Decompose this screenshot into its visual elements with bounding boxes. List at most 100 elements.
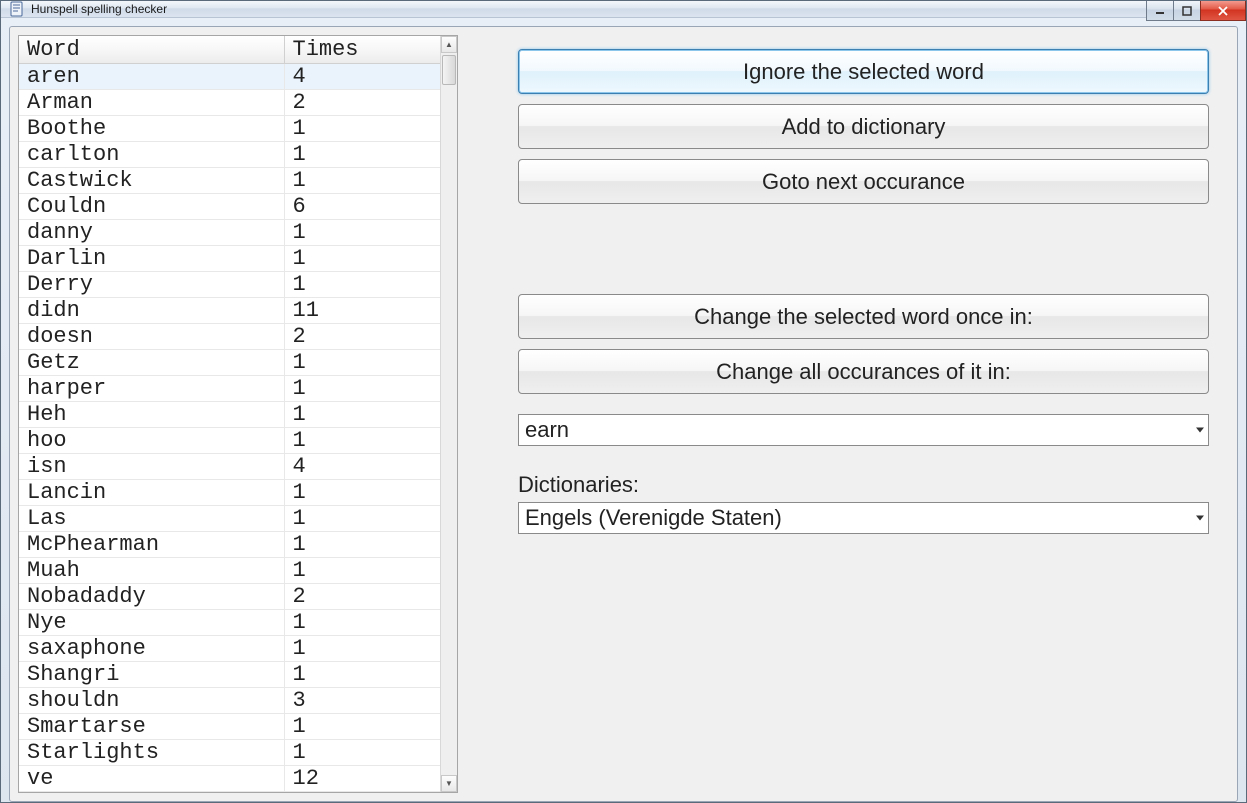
cell-word: doesn [19,324,284,350]
table-row[interactable]: Heh1 [19,402,440,428]
cell-times: 1 [284,220,440,246]
app-window: Hunspell spelling checker Word [0,0,1247,803]
cell-times: 2 [284,584,440,610]
goto-next-button[interactable]: Goto next occurance [518,159,1209,204]
cell-times: 11 [284,298,440,324]
change-once-button[interactable]: Change the selected word once in: [518,294,1209,339]
table-row[interactable]: Derry1 [19,272,440,298]
cell-word: Castwick [19,168,284,194]
cell-times: 4 [284,64,440,90]
cell-word: shouldn [19,688,284,714]
cell-word: Couldn [19,194,284,220]
word-table-scroll[interactable]: Word Times aren4Arman2Boothe1carlton1Cas… [19,36,440,792]
word-table[interactable]: Word Times aren4Arman2Boothe1carlton1Cas… [19,36,440,792]
cell-times: 1 [284,376,440,402]
cell-word: Nye [19,610,284,636]
dictionaries-combo[interactable]: Engels (Verenigde Staten) [518,502,1209,534]
cell-word: ve [19,766,284,792]
close-icon [1218,6,1228,16]
cell-times: 1 [284,610,440,636]
cell-word: Starlights [19,740,284,766]
minimize-icon [1155,6,1165,16]
vertical-scrollbar[interactable]: ▲ ▼ [440,36,457,792]
titlebar[interactable]: Hunspell spelling checker [1,1,1246,18]
change-all-button[interactable]: Change all occurances of it in: [518,349,1209,394]
word-table-container: Word Times aren4Arman2Boothe1carlton1Cas… [18,35,458,793]
chevron-down-icon [1196,428,1204,433]
cell-times: 1 [284,402,440,428]
suggestion-combo[interactable]: earn [518,414,1209,446]
cell-times: 1 [284,662,440,688]
table-row[interactable]: harper1 [19,376,440,402]
table-row[interactable]: Arman2 [19,90,440,116]
cell-times: 1 [284,428,440,454]
word-list-panel: Word Times aren4Arman2Boothe1carlton1Cas… [18,35,458,793]
table-row[interactable]: danny1 [19,220,440,246]
table-row[interactable]: carlton1 [19,142,440,168]
table-row[interactable]: didn11 [19,298,440,324]
cell-times: 2 [284,324,440,350]
scroll-track[interactable] [441,53,457,775]
add-to-dictionary-button[interactable]: Add to dictionary [518,104,1209,149]
cell-times: 1 [284,714,440,740]
dictionaries-label: Dictionaries: [518,472,1209,498]
table-row[interactable]: saxaphone1 [19,636,440,662]
table-row[interactable]: Smartarse1 [19,714,440,740]
suggestion-value: earn [525,417,569,443]
table-row[interactable]: hoo1 [19,428,440,454]
table-row[interactable]: shouldn3 [19,688,440,714]
table-row[interactable]: Starlights1 [19,740,440,766]
table-row[interactable]: aren4 [19,64,440,90]
column-header-word[interactable]: Word [19,36,284,64]
cell-times: 12 [284,766,440,792]
table-row[interactable]: Muah1 [19,558,440,584]
app-icon [9,1,25,17]
cell-times: 1 [284,740,440,766]
chevron-down-icon [1196,516,1204,521]
cell-word: Shangri [19,662,284,688]
table-row[interactable]: Nobadaddy2 [19,584,440,610]
cell-word: Muah [19,558,284,584]
cell-times: 6 [284,194,440,220]
table-row[interactable]: Las1 [19,506,440,532]
cell-times: 1 [284,532,440,558]
table-row[interactable]: Boothe1 [19,116,440,142]
scroll-down-button[interactable]: ▼ [441,775,457,792]
ignore-button[interactable]: Ignore the selected word [518,49,1209,94]
table-row[interactable]: Castwick1 [19,168,440,194]
table-row[interactable]: Darlin1 [19,246,440,272]
column-header-times[interactable]: Times [284,36,440,64]
close-button[interactable] [1200,1,1246,21]
client-area: Word Times aren4Arman2Boothe1carlton1Cas… [9,26,1238,802]
scroll-thumb[interactable] [442,55,456,85]
table-row[interactable]: Shangri1 [19,662,440,688]
cell-word: harper [19,376,284,402]
cell-times: 2 [284,90,440,116]
cell-times: 1 [284,558,440,584]
cell-word: carlton [19,142,284,168]
cell-word: isn [19,454,284,480]
table-row[interactable]: ve12 [19,766,440,792]
cell-word: Getz [19,350,284,376]
window-controls [1147,1,1246,21]
cell-times: 1 [284,246,440,272]
cell-times: 1 [284,350,440,376]
cell-word: didn [19,298,284,324]
table-row[interactable]: isn4 [19,454,440,480]
cell-word: Lancin [19,480,284,506]
table-row[interactable]: doesn2 [19,324,440,350]
table-row[interactable]: Lancin1 [19,480,440,506]
cell-times: 3 [284,688,440,714]
table-row[interactable]: Couldn6 [19,194,440,220]
minimize-button[interactable] [1146,1,1174,21]
table-row[interactable]: Getz1 [19,350,440,376]
cell-times: 1 [284,480,440,506]
scroll-up-button[interactable]: ▲ [441,36,457,53]
maximize-button[interactable] [1173,1,1201,21]
cell-times: 1 [284,142,440,168]
table-row[interactable]: Nye1 [19,610,440,636]
table-row[interactable]: McPhearman1 [19,532,440,558]
cell-word: Darlin [19,246,284,272]
cell-word: McPhearman [19,532,284,558]
cell-word: Las [19,506,284,532]
